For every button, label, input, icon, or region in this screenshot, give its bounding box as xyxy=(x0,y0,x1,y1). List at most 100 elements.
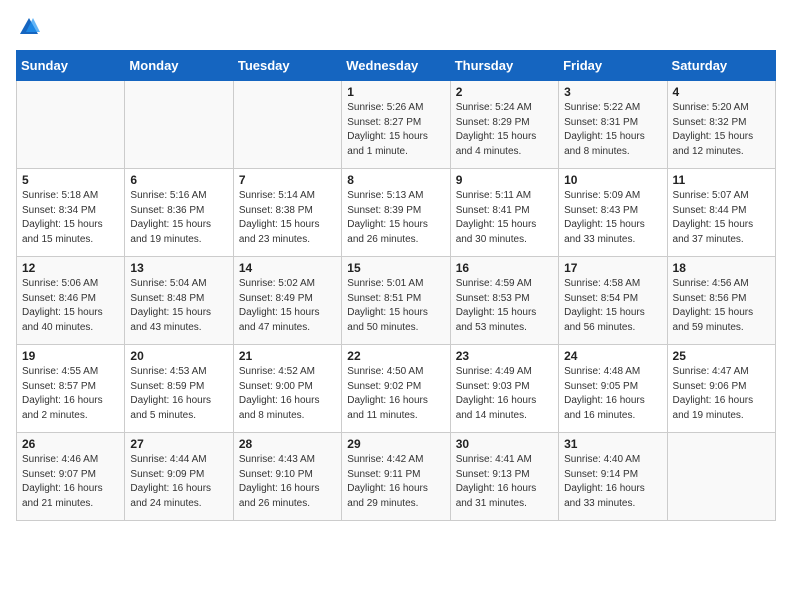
day-info: Sunrise: 5:07 AM Sunset: 8:44 PM Dayligh… xyxy=(673,189,770,247)
column-header-tuesday: Tuesday xyxy=(233,51,341,81)
calendar-cell xyxy=(17,81,125,169)
calendar-cell: 14Sunrise: 5:02 AM Sunset: 8:49 PM Dayli… xyxy=(233,257,341,345)
calendar-cell xyxy=(233,81,341,169)
day-info: Sunrise: 4:49 AM Sunset: 9:03 PM Dayligh… xyxy=(456,365,553,423)
day-info: Sunrise: 5:24 AM Sunset: 8:29 PM Dayligh… xyxy=(456,101,553,159)
calendar-cell: 23 Sunrise: 4:49 AM Sunset: 9:03 PM Dayli… xyxy=(450,345,558,433)
day-number: 11 xyxy=(673,173,770,187)
calendar-cell: 15Sunrise: 5:01 AM Sunset: 8:51 PM Dayli… xyxy=(342,257,450,345)
calendar-cell xyxy=(667,433,775,521)
calendar-cell: 13 Sunrise: 5:04 AM Sunset: 8:48 PM Dayli… xyxy=(125,257,233,345)
day-info: Sunrise: 5:18 AM Sunset: 8:34 PM Dayligh… xyxy=(22,189,119,247)
calendar-cell: 4Sunrise: 5:20 AM Sunset: 8:32 PM Daylig… xyxy=(667,81,775,169)
day-info: Sunrise: 5:04 AM Sunset: 8:48 PM Dayligh… xyxy=(130,277,227,335)
calendar-cell: 10 Sunrise: 5:09 AM Sunset: 8:43 PM Dayli… xyxy=(559,169,667,257)
calendar-table: SundayMondayTuesdayWednesdayThursdayFrid… xyxy=(16,50,776,521)
day-info: Sunrise: 4:58 AM Sunset: 8:54 PM Dayligh… xyxy=(564,277,661,335)
calendar-cell: 21 Sunrise: 4:52 AM Sunset: 9:00 PM Dayli… xyxy=(233,345,341,433)
day-number: 31 xyxy=(564,437,661,451)
day-number: 13 xyxy=(130,261,227,275)
day-number: 17 xyxy=(564,261,661,275)
day-number: 22 xyxy=(347,349,444,363)
day-number: 3 xyxy=(564,85,661,99)
calendar-cell: 24 Sunrise: 4:48 AM Sunset: 9:05 PM Dayli… xyxy=(559,345,667,433)
day-number: 7 xyxy=(239,173,336,187)
day-number: 27 xyxy=(130,437,227,451)
day-info: Sunrise: 5:11 AM Sunset: 8:41 PM Dayligh… xyxy=(456,189,553,247)
calendar-cell: 3Sunrise: 5:22 AM Sunset: 8:31 PM Daylig… xyxy=(559,81,667,169)
calendar-cell: 27 Sunrise: 4:44 AM Sunset: 9:09 PM Dayli… xyxy=(125,433,233,521)
day-info: Sunrise: 5:13 AM Sunset: 8:39 PM Dayligh… xyxy=(347,189,444,247)
day-number: 23 xyxy=(456,349,553,363)
day-info: Sunrise: 5:14 AM Sunset: 8:38 PM Dayligh… xyxy=(239,189,336,247)
calendar-header-row: SundayMondayTuesdayWednesdayThursdayFrid… xyxy=(17,51,776,81)
day-number: 16 xyxy=(456,261,553,275)
calendar-cell: 19 Sunrise: 4:55 AM Sunset: 8:57 PM Dayli… xyxy=(17,345,125,433)
day-info: Sunrise: 5:16 AM Sunset: 8:36 PM Dayligh… xyxy=(130,189,227,247)
day-number: 20 xyxy=(130,349,227,363)
calendar-cell: 20 Sunrise: 4:53 AM Sunset: 8:59 PM Dayli… xyxy=(125,345,233,433)
day-info: Sunrise: 5:01 AM Sunset: 8:51 PM Dayligh… xyxy=(347,277,444,335)
day-info: Sunrise: 5:26 AM Sunset: 8:27 PM Dayligh… xyxy=(347,101,444,159)
day-number: 1 xyxy=(347,85,444,99)
calendar-cell: 17 Sunrise: 4:58 AM Sunset: 8:54 PM Dayli… xyxy=(559,257,667,345)
day-number: 24 xyxy=(564,349,661,363)
week-row-3: 12Sunrise: 5:06 AM Sunset: 8:46 PM Dayli… xyxy=(17,257,776,345)
calendar-cell: 2 Sunrise: 5:24 AM Sunset: 8:29 PM Daylig… xyxy=(450,81,558,169)
day-info: Sunrise: 5:20 AM Sunset: 8:32 PM Dayligh… xyxy=(673,101,770,159)
day-info: Sunrise: 4:48 AM Sunset: 9:05 PM Dayligh… xyxy=(564,365,661,423)
day-info: Sunrise: 4:47 AM Sunset: 9:06 PM Dayligh… xyxy=(673,365,770,423)
calendar-cell: 9Sunrise: 5:11 AM Sunset: 8:41 PM Daylig… xyxy=(450,169,558,257)
calendar-cell: 1 Sunrise: 5:26 AM Sunset: 8:27 PM Daylig… xyxy=(342,81,450,169)
day-number: 10 xyxy=(564,173,661,187)
day-number: 19 xyxy=(22,349,119,363)
page-header xyxy=(16,16,776,38)
calendar-cell: 6 Sunrise: 5:16 AM Sunset: 8:36 PM Daylig… xyxy=(125,169,233,257)
calendar-cell: 8 Sunrise: 5:13 AM Sunset: 8:39 PM Daylig… xyxy=(342,169,450,257)
day-number: 28 xyxy=(239,437,336,451)
day-info: Sunrise: 4:41 AM Sunset: 9:13 PM Dayligh… xyxy=(456,453,553,511)
column-header-monday: Monday xyxy=(125,51,233,81)
day-info: Sunrise: 4:59 AM Sunset: 8:53 PM Dayligh… xyxy=(456,277,553,335)
week-row-2: 5 Sunrise: 5:18 AM Sunset: 8:34 PM Daylig… xyxy=(17,169,776,257)
day-info: Sunrise: 4:40 AM Sunset: 9:14 PM Dayligh… xyxy=(564,453,661,511)
day-info: Sunrise: 5:09 AM Sunset: 8:43 PM Dayligh… xyxy=(564,189,661,247)
day-number: 21 xyxy=(239,349,336,363)
day-number: 8 xyxy=(347,173,444,187)
logo-icon xyxy=(18,16,40,38)
day-number: 30 xyxy=(456,437,553,451)
column-header-thursday: Thursday xyxy=(450,51,558,81)
calendar-cell: 18Sunrise: 4:56 AM Sunset: 8:56 PM Dayli… xyxy=(667,257,775,345)
day-info: Sunrise: 5:06 AM Sunset: 8:46 PM Dayligh… xyxy=(22,277,119,335)
column-header-wednesday: Wednesday xyxy=(342,51,450,81)
day-info: Sunrise: 4:42 AM Sunset: 9:11 PM Dayligh… xyxy=(347,453,444,511)
day-info: Sunrise: 5:02 AM Sunset: 8:49 PM Dayligh… xyxy=(239,277,336,335)
week-row-1: 1 Sunrise: 5:26 AM Sunset: 8:27 PM Daylig… xyxy=(17,81,776,169)
calendar-cell: 5 Sunrise: 5:18 AM Sunset: 8:34 PM Daylig… xyxy=(17,169,125,257)
day-number: 6 xyxy=(130,173,227,187)
calendar-cell: 28 Sunrise: 4:43 AM Sunset: 9:10 PM Dayli… xyxy=(233,433,341,521)
week-row-4: 19 Sunrise: 4:55 AM Sunset: 8:57 PM Dayli… xyxy=(17,345,776,433)
day-info: Sunrise: 4:50 AM Sunset: 9:02 PM Dayligh… xyxy=(347,365,444,423)
column-header-saturday: Saturday xyxy=(667,51,775,81)
calendar-cell: 7 Sunrise: 5:14 AM Sunset: 8:38 PM Daylig… xyxy=(233,169,341,257)
calendar-cell: 25 Sunrise: 4:47 AM Sunset: 9:06 PM Dayli… xyxy=(667,345,775,433)
day-number: 2 xyxy=(456,85,553,99)
day-number: 18 xyxy=(673,261,770,275)
week-row-5: 26Sunrise: 4:46 AM Sunset: 9:07 PM Dayli… xyxy=(17,433,776,521)
day-number: 5 xyxy=(22,173,119,187)
day-number: 25 xyxy=(673,349,770,363)
day-info: Sunrise: 4:43 AM Sunset: 9:10 PM Dayligh… xyxy=(239,453,336,511)
logo xyxy=(16,16,40,38)
column-header-sunday: Sunday xyxy=(17,51,125,81)
calendar-cell: 26Sunrise: 4:46 AM Sunset: 9:07 PM Dayli… xyxy=(17,433,125,521)
day-info: Sunrise: 4:52 AM Sunset: 9:00 PM Dayligh… xyxy=(239,365,336,423)
day-number: 26 xyxy=(22,437,119,451)
day-number: 29 xyxy=(347,437,444,451)
day-info: Sunrise: 4:53 AM Sunset: 8:59 PM Dayligh… xyxy=(130,365,227,423)
calendar-cell: 16 Sunrise: 4:59 AM Sunset: 8:53 PM Dayli… xyxy=(450,257,558,345)
day-info: Sunrise: 4:55 AM Sunset: 8:57 PM Dayligh… xyxy=(22,365,119,423)
calendar-cell: 12Sunrise: 5:06 AM Sunset: 8:46 PM Dayli… xyxy=(17,257,125,345)
day-info: Sunrise: 4:44 AM Sunset: 9:09 PM Dayligh… xyxy=(130,453,227,511)
column-header-friday: Friday xyxy=(559,51,667,81)
